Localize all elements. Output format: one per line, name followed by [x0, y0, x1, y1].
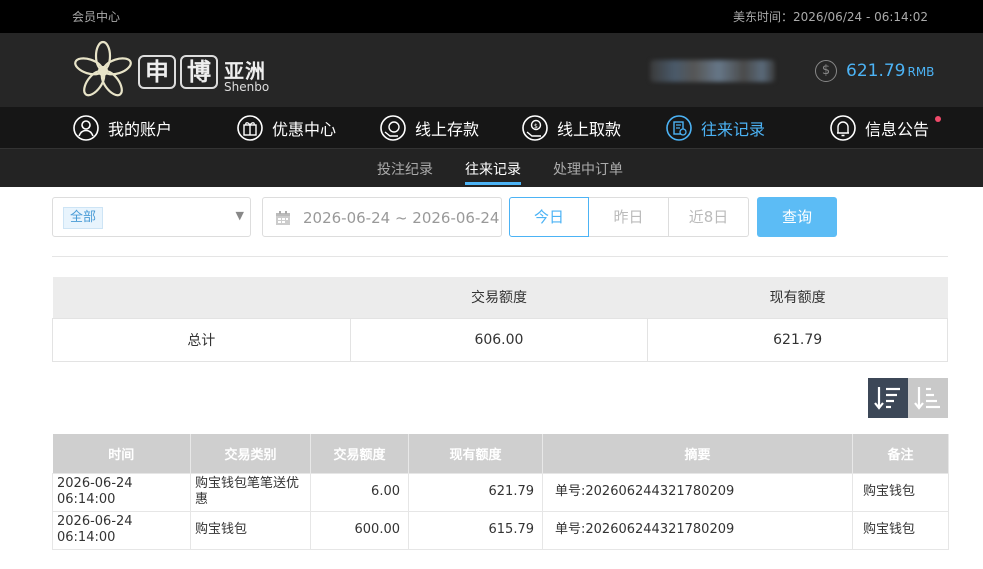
logo-char-shen: 申 [138, 55, 176, 89]
time-label: 美东时间： [732, 10, 793, 24]
top-bar: 会员中心 美东时间：2026/06/24 - 06:14:02 [0, 0, 983, 33]
date-range-input[interactable]: 2026-06-24 ~ 2026-06-24 [262, 197, 502, 237]
table-row: 2026-06-24 06:14:00 购宝钱包笔笔送优惠 6.00 621.7… [52, 472, 949, 512]
logo-en-name: Shenbo [224, 80, 270, 94]
nav-online-deposit[interactable]: 线上存款 [379, 114, 479, 142]
date-range-value: 2026-06-24 ~ 2026-06-24 [303, 209, 500, 227]
summary-header-empty [52, 277, 351, 318]
account-balance: 621.79 RMB [846, 61, 934, 81]
user-icon [73, 115, 99, 141]
nav-promotions[interactable]: 优惠中心 [236, 114, 336, 142]
cell-summary: 单号:202606244321780209 [542, 472, 853, 512]
records-table: 时间 交易类别 交易额度 现有额度 摘要 备注 2026-06-24 06:14… [52, 434, 949, 550]
nav-label: 我的账户 [108, 120, 173, 139]
tab-pending-orders[interactable]: 处理中订单 [553, 159, 623, 179]
summary-header-current: 现有额度 [647, 277, 948, 318]
active-tab-underline [465, 182, 521, 185]
transaction-type-select[interactable]: 全部 ▼ [52, 197, 251, 237]
col-header-time[interactable]: 时间 [52, 434, 191, 473]
member-center-link[interactable]: 会员中心 [72, 8, 120, 25]
balance-currency: RMB [907, 65, 935, 79]
nav-label: 信息公告 [865, 120, 930, 139]
col-header-summary[interactable]: 摘要 [542, 434, 853, 473]
nav-announcements[interactable]: 信息公告 [829, 114, 929, 142]
col-header-type[interactable]: 交易类别 [190, 434, 311, 473]
cell-summary: 单号:202606244321780209 [542, 510, 853, 550]
logo-char-bo: 博 [180, 55, 218, 89]
col-header-trade-amount[interactable]: 交易额度 [310, 434, 409, 473]
notification-dot [935, 116, 941, 122]
cell-time: 2026-06-24 06:14:00 [52, 472, 191, 512]
col-header-note[interactable]: 备注 [852, 434, 949, 473]
summary-header-row: 交易额度 现有额度 [52, 277, 948, 318]
summary-header-trade: 交易额度 [350, 277, 648, 318]
nav-label: 线上取款 [557, 120, 622, 139]
flower-logo-icon [74, 40, 132, 97]
cell-note: 购宝钱包 [852, 510, 949, 550]
nav-online-withdraw[interactable]: $ 线上取款 [521, 114, 621, 142]
summary-row: 总计 606.00 621.79 [52, 317, 948, 362]
sort-descending-button[interactable] [868, 378, 908, 418]
selected-type-chip: 全部 [63, 207, 104, 229]
tab-transaction-records[interactable]: 往来记录 [465, 159, 521, 179]
cell-trade-amount: 600.00 [310, 510, 409, 550]
cell-type: 购宝钱包 [190, 510, 311, 550]
period-yesterday-button[interactable]: 昨日 [589, 197, 669, 237]
nav-label: 线上存款 [415, 120, 480, 139]
withdraw-icon: $ [522, 115, 548, 141]
records-header-row: 时间 交易类别 交易额度 现有额度 摘要 备注 [52, 434, 949, 473]
summary-current-amount: 621.79 [647, 317, 948, 362]
period-last8days-button[interactable]: 近8日 [669, 197, 749, 237]
deposit-icon [380, 115, 406, 141]
calendar-icon [276, 211, 290, 225]
table-row: 2026-06-24 06:14:00 购宝钱包 600.00 615.79 单… [52, 510, 949, 550]
main-nav: 我的账户 优惠中心 线上存款 $ 线上取款 往来记录 信息公告 [0, 107, 983, 149]
summary-total-label: 总计 [52, 317, 351, 362]
cell-current-amount: 621.79 [408, 472, 543, 512]
nav-transaction-records[interactable]: 往来记录 [665, 114, 765, 142]
dollar-icon: $ [815, 60, 837, 82]
header: 申 博 亚洲 Shenbo $ 621.79 RMB [0, 33, 983, 107]
nav-label: 优惠中心 [272, 120, 337, 139]
time-value: 2026/06/24 - 06:14:02 [792, 10, 928, 24]
blurred-account-name [650, 60, 775, 82]
gift-icon [237, 115, 263, 141]
caret-down-icon: ▼ [235, 209, 244, 222]
cell-trade-amount: 6.00 [310, 472, 409, 512]
cell-time: 2026-06-24 06:14:00 [52, 510, 191, 550]
col-header-current-amount[interactable]: 现有额度 [408, 434, 543, 473]
sort-ascending-icon [914, 387, 940, 410]
period-today-button[interactable]: 今日 [509, 197, 589, 237]
cell-note: 购宝钱包 [852, 472, 949, 512]
nav-label: 往来记录 [701, 120, 766, 139]
divider [52, 256, 948, 257]
balance-amount: 621.79 [846, 61, 906, 81]
query-button[interactable]: 查询 [757, 197, 837, 237]
summary-trade-amount: 606.00 [349, 317, 649, 362]
eastern-time: 美东时间：2026/06/24 - 06:14:02 [733, 8, 928, 25]
sort-ascending-button[interactable] [908, 378, 948, 418]
cell-current-amount: 615.79 [408, 510, 543, 550]
nav-my-account[interactable]: 我的账户 [72, 114, 172, 142]
svg-text:$: $ [534, 123, 538, 130]
tab-bet-records[interactable]: 投注纪录 [377, 159, 433, 179]
period-button-group: 今日 昨日 近8日 [509, 197, 749, 237]
cell-type: 购宝钱包笔笔送优惠 [190, 472, 311, 512]
bell-icon [830, 115, 856, 141]
summary-table: 交易额度 现有额度 总计 606.00 621.79 [52, 277, 948, 362]
records-icon [666, 115, 692, 141]
sort-descending-icon [874, 387, 900, 410]
